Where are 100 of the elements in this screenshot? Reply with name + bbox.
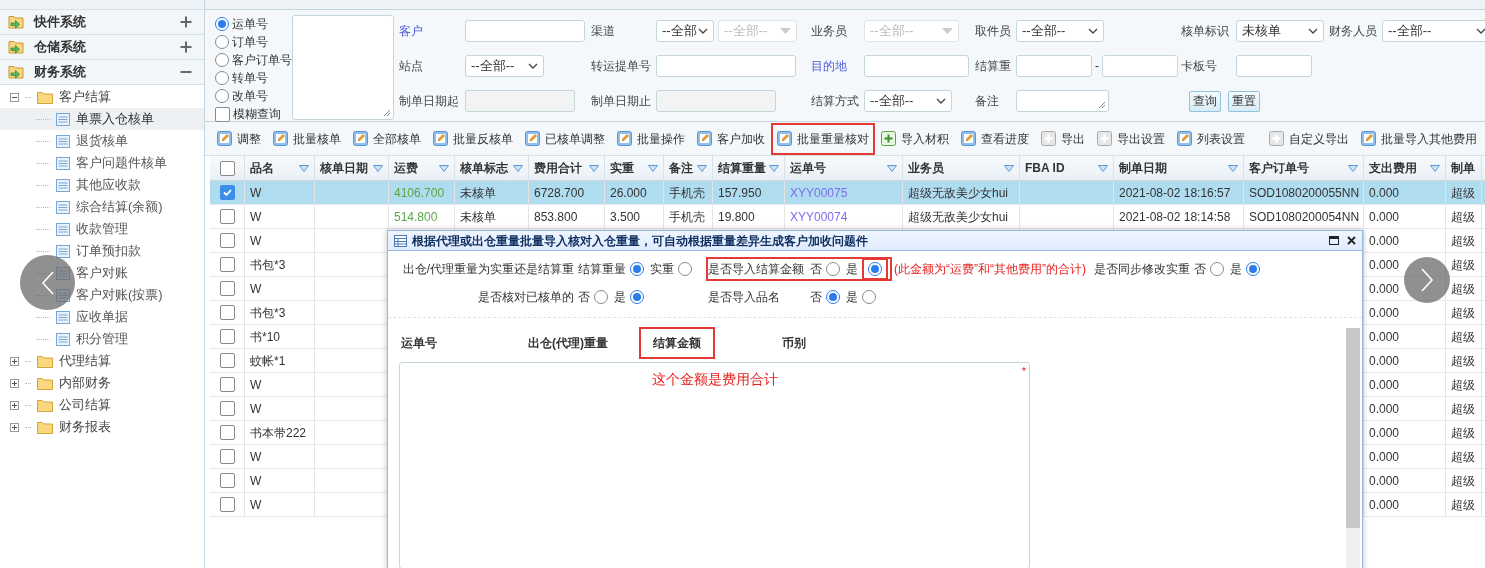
tree-item[interactable]: 积分管理 xyxy=(76,329,128,349)
dropdown[interactable]: --全部-- xyxy=(1382,20,1485,42)
radio-button[interactable] xyxy=(215,70,229,85)
text-area[interactable] xyxy=(1016,90,1109,112)
tree-item[interactable]: 应收单据 xyxy=(76,307,128,327)
radio-button[interactable] xyxy=(868,262,882,276)
dropdown[interactable]: --全部-- xyxy=(1016,20,1104,42)
sort-icon[interactable] xyxy=(1004,164,1014,172)
expand-icon[interactable] xyxy=(10,422,19,432)
toolbar-button[interactable]: 导出设置 xyxy=(1091,127,1171,150)
column-header[interactable]: 制单日期 xyxy=(1119,159,1167,177)
sort-icon[interactable] xyxy=(887,164,897,172)
column-header[interactable]: 实重 xyxy=(610,159,634,177)
column-header[interactable]: 运单号 xyxy=(790,159,826,177)
tree-item[interactable]: 退货核单 xyxy=(76,131,128,151)
radio-button[interactable] xyxy=(594,290,608,304)
row-checkbox[interactable] xyxy=(219,401,235,416)
dropdown[interactable]: --全部-- xyxy=(864,90,952,112)
column-header[interactable]: 费用合计 xyxy=(534,159,582,177)
row-checkbox[interactable] xyxy=(219,305,235,320)
tree-item[interactable]: 其他应收款 xyxy=(76,175,141,195)
toolbar-button[interactable]: 列表设置 xyxy=(1171,127,1251,150)
field-label[interactable]: 目的地 xyxy=(811,57,864,75)
column-header[interactable]: 支出费用 xyxy=(1369,159,1417,177)
checkbox[interactable] xyxy=(215,106,230,122)
toolbar-button[interactable]: 客户加收 xyxy=(691,127,771,150)
sort-icon[interactable] xyxy=(648,164,658,172)
dropdown[interactable]: --全部-- xyxy=(465,55,544,77)
sort-icon[interactable] xyxy=(439,164,449,172)
dropdown[interactable]: 未核单 xyxy=(1236,20,1324,42)
column-header[interactable]: 核单标志 xyxy=(460,159,508,177)
row-checkbox[interactable] xyxy=(219,257,235,272)
column-header[interactable]: FBA ID xyxy=(1025,159,1065,177)
dropdown[interactable]: --全部 xyxy=(656,20,714,42)
maximize-icon[interactable] xyxy=(1329,236,1339,245)
row-checkbox[interactable] xyxy=(219,185,235,200)
action-button[interactable]: 查询 xyxy=(1189,90,1221,112)
tree-item[interactable]: 财务报表 xyxy=(59,417,111,437)
sort-icon[interactable] xyxy=(1098,164,1108,172)
row-checkbox[interactable] xyxy=(219,209,235,224)
toolbar-button[interactable]: 查看进度 xyxy=(955,127,1035,150)
row-checkbox[interactable] xyxy=(219,497,235,512)
row-checkbox[interactable] xyxy=(219,377,235,392)
sort-icon[interactable] xyxy=(299,164,309,172)
column-header[interactable]: 备注 xyxy=(669,159,693,177)
sort-icon[interactable] xyxy=(769,164,779,172)
radio-button[interactable] xyxy=(215,34,229,49)
table-cell[interactable]: XYY00074 xyxy=(785,205,903,228)
radio-button[interactable] xyxy=(215,88,229,103)
row-checkbox[interactable] xyxy=(219,233,235,248)
expand-icon[interactable] xyxy=(10,356,19,366)
toolbar-button[interactable]: 导入材积 xyxy=(875,127,955,150)
toolbar-button[interactable]: 全部核单 xyxy=(347,127,427,150)
tree-item[interactable]: 公司结算 xyxy=(59,395,111,415)
input-field[interactable]: 这个金额是费用合计 xyxy=(414,363,1015,390)
expand-icon[interactable] xyxy=(10,378,19,388)
radio-button[interactable] xyxy=(1246,262,1260,276)
toolbar-button[interactable]: 已核单调整 xyxy=(519,127,611,150)
radio-button[interactable] xyxy=(678,262,692,276)
sort-icon[interactable] xyxy=(1228,164,1238,172)
toolbar-button[interactable]: 自定义导出 xyxy=(1263,127,1355,150)
toolbar-button[interactable]: 批量导入其他费用 xyxy=(1355,127,1483,150)
column-header[interactable]: 业务员 xyxy=(908,159,944,177)
column-header[interactable]: 品名 xyxy=(250,159,274,177)
toolbar-button[interactable]: 批量核单 xyxy=(267,127,347,150)
select-all-checkbox[interactable] xyxy=(219,160,235,176)
column-header[interactable]: 制单 xyxy=(1451,159,1475,177)
tree-item[interactable]: 客户对账(按票) xyxy=(76,285,163,305)
sort-icon[interactable] xyxy=(1348,164,1358,172)
tree-item[interactable]: 客户结算 xyxy=(59,87,111,107)
tree-item[interactable]: 收款管理 xyxy=(76,219,128,239)
tree-item[interactable]: 代理结算 xyxy=(59,351,111,371)
radio-button[interactable] xyxy=(1210,262,1224,276)
sort-icon[interactable] xyxy=(513,164,523,172)
row-checkbox[interactable] xyxy=(219,281,235,296)
sort-icon[interactable] xyxy=(1430,164,1440,172)
input-field[interactable] xyxy=(1236,55,1312,77)
tree-item[interactable]: 客户对账 xyxy=(76,263,128,283)
row-checkbox[interactable] xyxy=(219,353,235,368)
radio-button[interactable] xyxy=(215,16,229,31)
tree-item[interactable]: 综合结算(余额) xyxy=(76,197,163,217)
sort-icon[interactable] xyxy=(589,164,599,172)
column-header[interactable]: 运费 xyxy=(394,159,418,177)
row-checkbox[interactable] xyxy=(219,473,235,488)
row-checkbox[interactable] xyxy=(219,449,235,464)
input-field[interactable] xyxy=(864,55,969,77)
input-field[interactable] xyxy=(1102,55,1178,77)
radio-button[interactable] xyxy=(630,290,644,304)
toolbar-button[interactable]: 批量反核单 xyxy=(427,127,519,150)
row-checkbox[interactable] xyxy=(219,425,235,440)
radio-button[interactable] xyxy=(630,262,644,276)
input-field[interactable] xyxy=(1016,55,1092,77)
toolbar-button[interactable]: 批量操作 xyxy=(611,127,691,150)
table-row[interactable]: W 4106.700 未核单 6728.700 26.000 手机壳 157.950 XYY00075 超级无敌美少女hui 2021-08-02 18:16:57 SOD1080200055NN 0.000 超级 xyxy=(210,181,1485,205)
close-icon[interactable] xyxy=(1347,236,1356,245)
row-checkbox[interactable] xyxy=(219,329,235,344)
toolbar-button[interactable]: 导出 xyxy=(1035,127,1091,150)
toolbar-button[interactable]: 批量重量核对 xyxy=(771,122,875,155)
text-area[interactable] xyxy=(292,15,394,120)
column-header[interactable]: 客户订单号 xyxy=(1249,159,1309,177)
